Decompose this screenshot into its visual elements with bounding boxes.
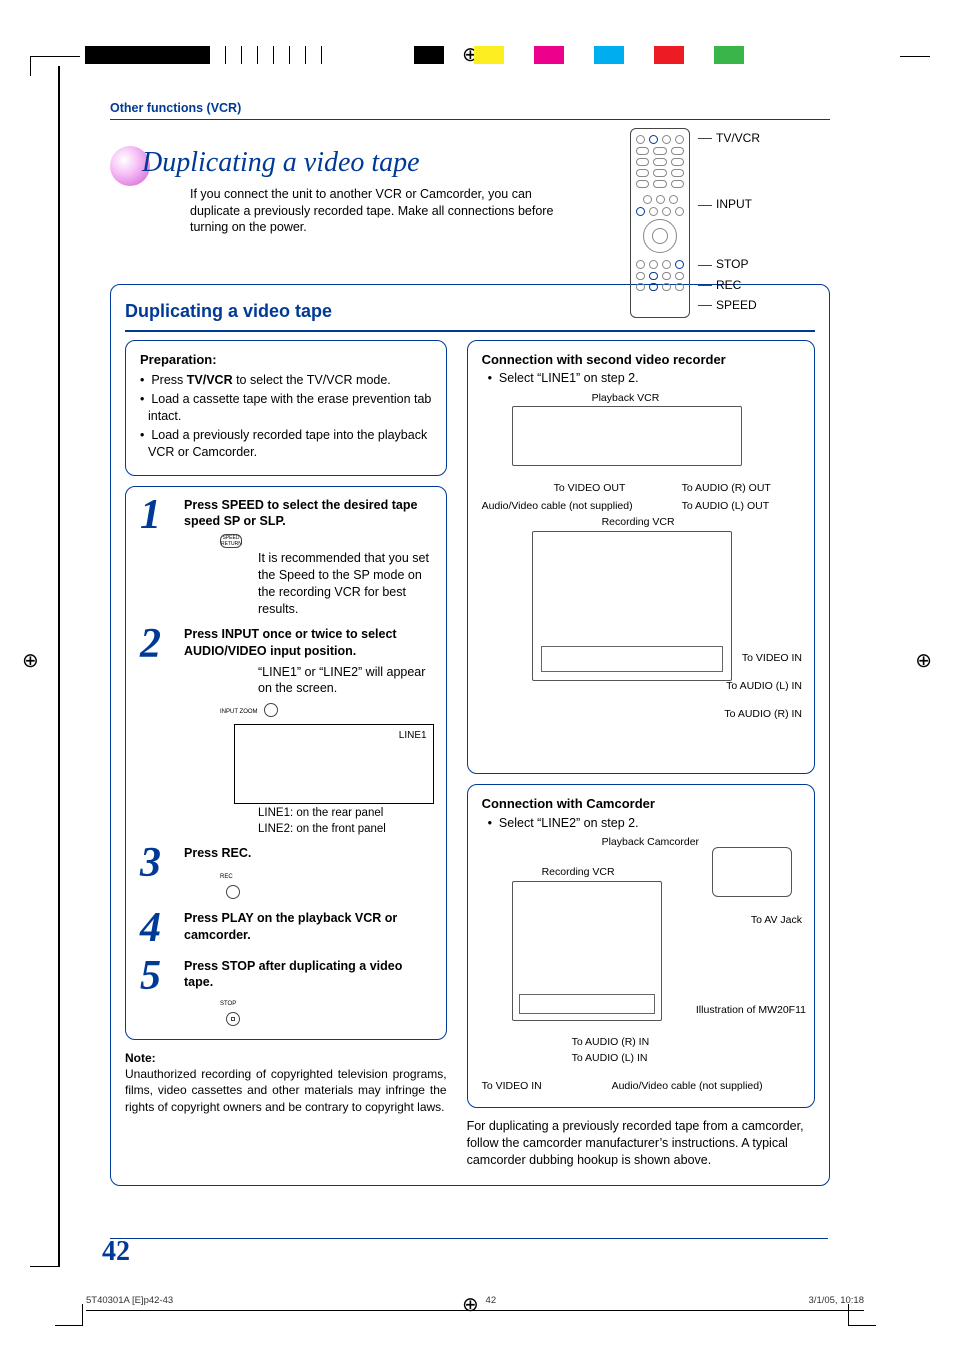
input-button-icon: INPUT ZOOM [220, 709, 258, 716]
diag-label: To VIDEO IN [482, 1079, 542, 1093]
diag-label: Illustration of MW20F11 [696, 1003, 806, 1017]
remote-labels: TV/VCR INPUT STOP REC SPEED [698, 128, 760, 315]
diag-label: To AV Jack [751, 913, 802, 927]
diag-label: To AUDIO (R) IN [724, 707, 802, 721]
intro-text: If you connect the unit to another VCR o… [190, 186, 570, 237]
page-title: Duplicating a video tape [142, 144, 570, 182]
diag-label: To AUDIO (R) IN [572, 1035, 650, 1049]
registration-mark-icon: ⊕ [915, 648, 932, 675]
registration-mark-icon: ⊕ [22, 648, 39, 675]
osd-text: LINE1 [399, 729, 427, 743]
diag-label: To AUDIO (L) IN [572, 1051, 648, 1065]
content-area: Other functions (VCR) TV/VCR INPUT STOP [110, 100, 830, 1186]
playback-vcr-icon [512, 406, 742, 466]
stop-button-icon: STOP [220, 1001, 236, 1007]
conn2-paragraph: For duplicating a previously recorded ta… [467, 1118, 815, 1169]
recording-vcr-icon [512, 881, 662, 1021]
diag-label: Playback Camcorder [602, 835, 699, 849]
preparation-box: Preparation: Press TV/VCR to select the … [125, 340, 447, 476]
diag-label: Audio/Video cable (not supplied) [482, 499, 633, 513]
step-sub: “LINE1” or “LINE2” will appear on the sc… [258, 664, 434, 698]
footer-center: 42 [486, 1295, 497, 1308]
step: 5 Press STOP after duplicating a video t… [140, 958, 434, 1028]
note-block: Note: Unauthorized recording of copyrigh… [125, 1050, 447, 1115]
page-number: 42 [102, 1233, 130, 1271]
tv-screen-illustration: LINE1 [234, 724, 434, 804]
connection-vcr-box: Connection with second video recorder • … [467, 340, 815, 774]
conn2-heading: Connection with Camcorder [482, 795, 802, 813]
note-heading: Note: [125, 1051, 156, 1065]
remote-label: TV/VCR [716, 131, 760, 145]
column-left: Preparation: Press TV/VCR to select the … [125, 340, 447, 1169]
step-number: 5 [140, 958, 174, 1028]
prep-item: Load a cassette tape with the erase prev… [140, 391, 434, 425]
step-lead: Press INPUT once or twice to select AUDI… [184, 627, 397, 658]
step: 1 Press SPEED to select the desired tape… [140, 497, 434, 618]
connection-camcorder-box: Connection with Camcorder • Select “LINE… [467, 784, 815, 1108]
crop-marks: ⊕ [0, 46, 954, 66]
note-text: Unauthorized recording of copyrighted te… [125, 1066, 447, 1115]
diag-label: To AUDIO (L) OUT [682, 499, 770, 513]
speed-button-icon: SPEED RETURN [220, 534, 242, 548]
remote-label: STOP [716, 257, 748, 271]
camcorder-icon [712, 847, 792, 897]
step: 3 Press REC. REC [140, 845, 434, 900]
steps-box: 1 Press SPEED to select the desired tape… [125, 486, 447, 1041]
remote-label: INPUT [716, 197, 752, 211]
diag-label: To VIDEO OUT [554, 481, 626, 495]
remote-label: REC [716, 278, 741, 292]
connection-diagram-vcr: Playback VCR To VIDEO OUT To AUDIO (R) O… [482, 391, 802, 761]
button-circle-icon [226, 1012, 240, 1026]
remote-label: SPEED [716, 298, 757, 312]
color-bars [414, 46, 744, 64]
step-lead: Press REC. [184, 846, 251, 860]
step-number: 2 [140, 626, 174, 837]
step: 4 Press PLAY on the playback VCR or camc… [140, 910, 434, 948]
diag-label: To VIDEO IN [742, 651, 802, 665]
caption: LINE2: on the front panel [258, 822, 434, 838]
prep-item: Load a previously recorded tape into the… [140, 427, 434, 461]
step-lead: Press PLAY on the playback VCR or camcor… [184, 911, 397, 942]
diag-label: Audio/Video cable (not supplied) [612, 1079, 763, 1093]
diag-label: Recording VCR [542, 865, 615, 879]
connection-diagram-camcorder: Playback Camcorder Recording VCR To AV J… [482, 835, 802, 1095]
step-lead: Press SPEED to select the desired tape s… [184, 498, 417, 529]
conn1-heading: Connection with second video recorder [482, 351, 802, 369]
step-number: 1 [140, 497, 174, 618]
caption: LINE1: on the rear panel [258, 806, 434, 822]
prep-item: Press TV/VCR to select the TV/VCR mode. [140, 372, 434, 389]
prep-bold: TV/VCR [187, 373, 233, 387]
diag-label: To AUDIO (R) OUT [682, 481, 771, 495]
footer-left: 5T40301A [E]p42-43 [86, 1295, 173, 1308]
step-lead: Press STOP after duplicating a video tap… [184, 959, 402, 990]
recording-vcr-icon [532, 531, 732, 681]
page-rule [110, 1238, 828, 1239]
button-circle-icon [226, 885, 240, 899]
preparation-heading: Preparation: [140, 351, 434, 369]
button-circle-icon [264, 703, 278, 717]
rec-button-icon: REC [220, 874, 233, 880]
trim-line [58, 66, 60, 1266]
footer-right: 3/1/05, 10:18 [809, 1295, 864, 1308]
section-label: Other functions (VCR) [110, 100, 830, 117]
step: 2 Press INPUT once or twice to select AU… [140, 626, 434, 837]
registration-mark-icon: ⊕ [462, 1292, 479, 1319]
conn1-bullet: • Select “LINE1” on step 2. [488, 370, 802, 387]
page: ⊕ ⊕ ⊕ Other functions (VCR) [0, 0, 954, 1351]
diag-label: Recording VCR [602, 515, 675, 529]
step-number: 3 [140, 845, 174, 900]
remote-callout: TV/VCR INPUT STOP REC SPEED [630, 128, 830, 318]
remote-icon [630, 128, 690, 318]
diag-label: Playback VCR [592, 391, 660, 405]
conn2-bullet: • Select “LINE2” on step 2. [488, 815, 802, 832]
diag-label: To AUDIO (L) IN [726, 679, 802, 693]
main-procedure-box: Duplicating a video tape Preparation: Pr… [110, 284, 830, 1186]
step-number: 4 [140, 910, 174, 948]
column-right: Connection with second video recorder • … [467, 340, 815, 1169]
step-sub: It is recommended that you set the Speed… [258, 550, 434, 618]
